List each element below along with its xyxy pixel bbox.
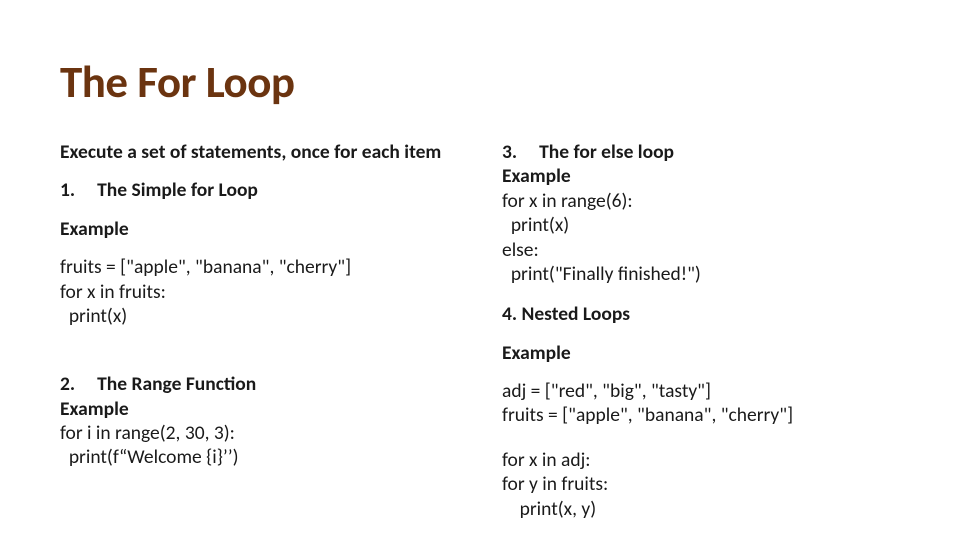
- code-line: print(f“Welcome {i}’’): [60, 445, 458, 469]
- code-line: else:: [502, 238, 900, 262]
- section-2-heading: 2. The Range Function: [60, 372, 458, 396]
- code-line: print(x): [502, 213, 900, 237]
- section-1-example-label: Example: [60, 217, 458, 241]
- code-line: for x in fruits:: [60, 280, 458, 304]
- section-3-heading: 3. The for else loop: [502, 140, 900, 164]
- code-line: for x in adj:: [502, 448, 900, 472]
- section-1-code: fruits = ["apple", "banana", "cherry"] f…: [60, 255, 458, 328]
- section-2-title: The Range Function: [97, 372, 256, 396]
- section-3-example-label: Example: [502, 164, 900, 188]
- code-line: fruits = ["apple", "banana", "cherry"]: [60, 255, 458, 279]
- right-column: 3. The for else loop Example for x in ra…: [502, 140, 900, 521]
- slide-title: The For Loop: [60, 55, 900, 110]
- section-4-example-label: Example: [502, 341, 900, 365]
- code-line: fruits = ["apple", "banana", "cherry"]: [502, 403, 900, 427]
- code-line: print("Finally finished!"): [502, 262, 900, 286]
- section-1-number: 1.: [60, 178, 75, 202]
- code-line: adj = ["red", "big", "tasty"]: [502, 379, 900, 403]
- intro-text: Execute a set of statements, once for ea…: [60, 140, 458, 164]
- code-line: print(x, y): [502, 497, 900, 521]
- left-column: Execute a set of statements, once for ea…: [60, 140, 458, 521]
- code-line: for i in range(2, 30, 3):: [60, 421, 458, 445]
- code-line: for x in range(6):: [502, 189, 900, 213]
- code-line: print(x): [60, 304, 458, 328]
- section-3-title: The for else loop: [539, 140, 674, 164]
- section-2-number: 2.: [60, 372, 75, 396]
- section-1-heading: 1. The Simple for Loop: [60, 178, 458, 202]
- section-4-code: adj = ["red", "big", "tasty"] fruits = […: [502, 379, 900, 521]
- section-2: 2. The Range Function Example for i in r…: [60, 372, 458, 470]
- content-columns: Execute a set of statements, once for ea…: [60, 140, 900, 521]
- section-1-title: The Simple for Loop: [97, 178, 258, 202]
- section-3: 3. The for else loop Example for x in ra…: [502, 140, 900, 286]
- code-line: for y in fruits:: [502, 472, 900, 496]
- section-3-number: 3.: [502, 140, 517, 164]
- section-4-heading: 4. Nested Loops: [502, 302, 900, 326]
- section-2-example-label: Example: [60, 397, 458, 421]
